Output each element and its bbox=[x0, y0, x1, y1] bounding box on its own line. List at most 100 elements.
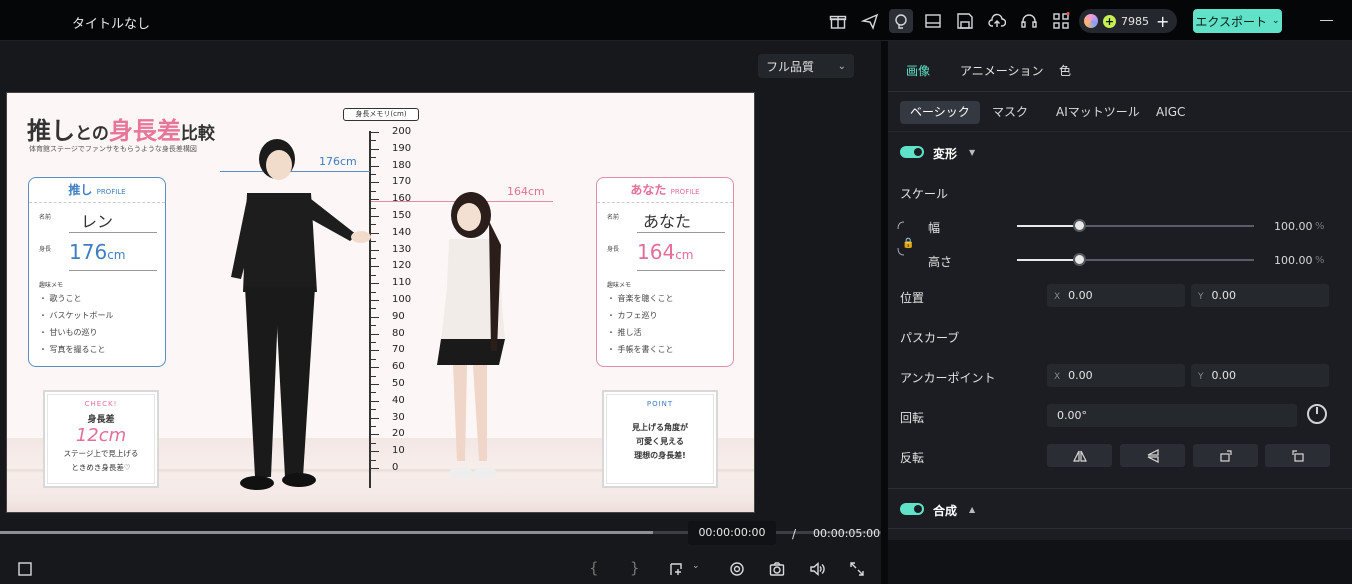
layout-icon[interactable] bbox=[924, 12, 942, 30]
position-y-field[interactable]: Y 0.00 bbox=[1191, 284, 1329, 307]
width-value[interactable]: 100.00 bbox=[1274, 220, 1313, 233]
fullscreen-icon[interactable] bbox=[849, 561, 865, 577]
position-x-field[interactable]: X 0.00 bbox=[1047, 284, 1185, 307]
ruler-tick-label: 10 bbox=[392, 445, 405, 457]
chevron-down-icon: ⌄ bbox=[1272, 16, 1280, 26]
quality-select[interactable]: フル品質 ⌄ bbox=[758, 54, 854, 78]
anchor-y-value: 0.00 bbox=[1211, 369, 1237, 382]
insert-clip-icon[interactable] bbox=[668, 561, 684, 577]
flip-vertical-button[interactable] bbox=[1120, 444, 1185, 467]
export-button[interactable]: エクスポート ⌄ bbox=[1193, 9, 1282, 33]
box-line: ときめき身長差♡ bbox=[71, 463, 131, 472]
transform-section-title[interactable]: 変形 bbox=[933, 145, 957, 162]
chevron-down-icon: ⌄ bbox=[837, 60, 846, 72]
transform-toggle[interactable] bbox=[900, 146, 924, 158]
divider bbox=[69, 270, 157, 271]
subtab-aigc[interactable]: AIGC bbox=[1146, 101, 1195, 124]
add-credits-icon: + bbox=[1103, 14, 1116, 28]
headset-icon[interactable] bbox=[1020, 12, 1038, 30]
plus-icon[interactable]: + bbox=[1156, 12, 1169, 31]
height-label: 高さ bbox=[928, 255, 953, 269]
flip-label: 反転 bbox=[900, 451, 925, 465]
panel-divider[interactable] bbox=[881, 41, 888, 584]
card-head: 推し bbox=[68, 183, 93, 197]
title-part: との bbox=[75, 124, 109, 144]
oshi-figure bbox=[231, 139, 371, 490]
slider-knob[interactable] bbox=[1072, 253, 1086, 266]
box-title: 身長差 bbox=[87, 415, 115, 425]
anchor-x-value: 0.00 bbox=[1068, 369, 1093, 382]
ruler-tick-label: 140 bbox=[392, 226, 412, 238]
composite-toggle[interactable] bbox=[900, 503, 924, 515]
slider-knob[interactable] bbox=[1072, 219, 1086, 232]
slider-fill bbox=[1017, 259, 1079, 261]
anchor-y-field[interactable]: Y 0.00 bbox=[1191, 364, 1329, 387]
send-icon[interactable] bbox=[861, 12, 879, 30]
position-y-value: 0.00 bbox=[1211, 289, 1237, 302]
caret-down-icon[interactable]: ▼ bbox=[969, 148, 975, 157]
apps-icon[interactable] bbox=[1052, 12, 1070, 30]
ruler-tick bbox=[371, 132, 379, 133]
current-timecode[interactable]: 00:00:00:00 bbox=[688, 521, 776, 545]
section-divider bbox=[888, 528, 1352, 529]
flip-horizontal-button[interactable] bbox=[1047, 444, 1112, 467]
ruler-tick-label: 180 bbox=[392, 159, 412, 171]
playback-progress[interactable] bbox=[0, 531, 653, 534]
ruler-tick-label: 20 bbox=[392, 428, 405, 440]
box-line: 可愛く見える bbox=[636, 437, 684, 446]
box-big-value: 12cm bbox=[75, 425, 127, 446]
rotate-dial[interactable] bbox=[1307, 404, 1327, 424]
mark-out-icon[interactable]: } bbox=[630, 559, 640, 577]
mark-in-icon[interactable]: { bbox=[589, 559, 599, 577]
width-label: 幅 bbox=[928, 221, 941, 235]
hobby-item: ・ 歌うこと bbox=[39, 294, 82, 303]
width-slider[interactable] bbox=[1017, 219, 1254, 232]
display-settings-icon[interactable] bbox=[729, 561, 745, 577]
volume-icon[interactable] bbox=[809, 561, 825, 577]
snapshot-icon[interactable] bbox=[769, 561, 785, 577]
credits-balance[interactable]: + 7985 + bbox=[1079, 9, 1177, 33]
rotate-left-button[interactable] bbox=[1265, 444, 1330, 467]
composite-section-title[interactable]: 合成 bbox=[933, 502, 957, 519]
tab-animation[interactable]: アニメーション bbox=[960, 62, 1044, 79]
name-label: 名前 bbox=[39, 214, 52, 221]
ruler-tick-label: 100 bbox=[392, 294, 412, 305]
minimize-button[interactable] bbox=[1320, 20, 1333, 21]
title-bar: タイトルなし + 7985 + エクスポート ⌄ bbox=[0, 0, 1352, 41]
subtab-ai-matte[interactable]: AIマットツール bbox=[1046, 101, 1150, 124]
gift-icon[interactable] bbox=[829, 12, 847, 30]
card-head: あなた bbox=[630, 183, 667, 197]
height-unit: cm bbox=[675, 248, 694, 262]
axis-label: X bbox=[1054, 372, 1061, 382]
width-unit: % bbox=[1315, 221, 1325, 232]
subtab-basic[interactable]: ベーシック bbox=[900, 101, 980, 124]
height-slider[interactable] bbox=[1017, 253, 1254, 266]
path-curve-label: パスカーブ bbox=[900, 331, 960, 345]
preview-canvas[interactable]: 推しとの身長差比較 体育館ステージでファンサをもらうような身長差構図 推し PR… bbox=[6, 92, 755, 513]
card-head-sub: PROFILE bbox=[96, 188, 126, 196]
mentor-icon[interactable] bbox=[889, 9, 913, 33]
poster-image: 推しとの身長差比較 体育館ステージでファンサをもらうような身長差構図 推し PR… bbox=[7, 93, 754, 512]
tab-image[interactable]: 画像 bbox=[906, 62, 930, 79]
lock-icon[interactable]: 🔒 bbox=[902, 238, 914, 249]
anchor-x-field[interactable]: X 0.00 bbox=[1047, 364, 1185, 387]
height-label: 身長 bbox=[607, 246, 620, 253]
flip-vertical-icon bbox=[1147, 448, 1159, 463]
safe-zone-icon[interactable] bbox=[17, 561, 33, 577]
save-icon[interactable] bbox=[956, 12, 974, 30]
height-value[interactable]: 100.00 bbox=[1274, 254, 1313, 267]
caret-up-icon[interactable]: ▲ bbox=[969, 505, 975, 514]
position-label: 位置 bbox=[900, 291, 925, 305]
subtab-mask[interactable]: マスク bbox=[982, 101, 1038, 124]
rotate-right-button[interactable] bbox=[1193, 444, 1258, 467]
height-value: 164cm bbox=[637, 240, 693, 264]
divider bbox=[637, 270, 725, 271]
cloud-upload-icon[interactable] bbox=[988, 12, 1006, 30]
hobby-item: ・ 推し活 bbox=[607, 328, 642, 337]
ruler-tick-label: 40 bbox=[392, 394, 405, 406]
title-part: 推し bbox=[27, 117, 75, 145]
chevron-down-icon[interactable]: ⌄ bbox=[692, 561, 708, 577]
tab-color[interactable]: 色 bbox=[1059, 62, 1071, 79]
rotate-field[interactable]: 0.00° bbox=[1047, 404, 1297, 427]
box-line: 見上げる角度が bbox=[632, 423, 688, 432]
